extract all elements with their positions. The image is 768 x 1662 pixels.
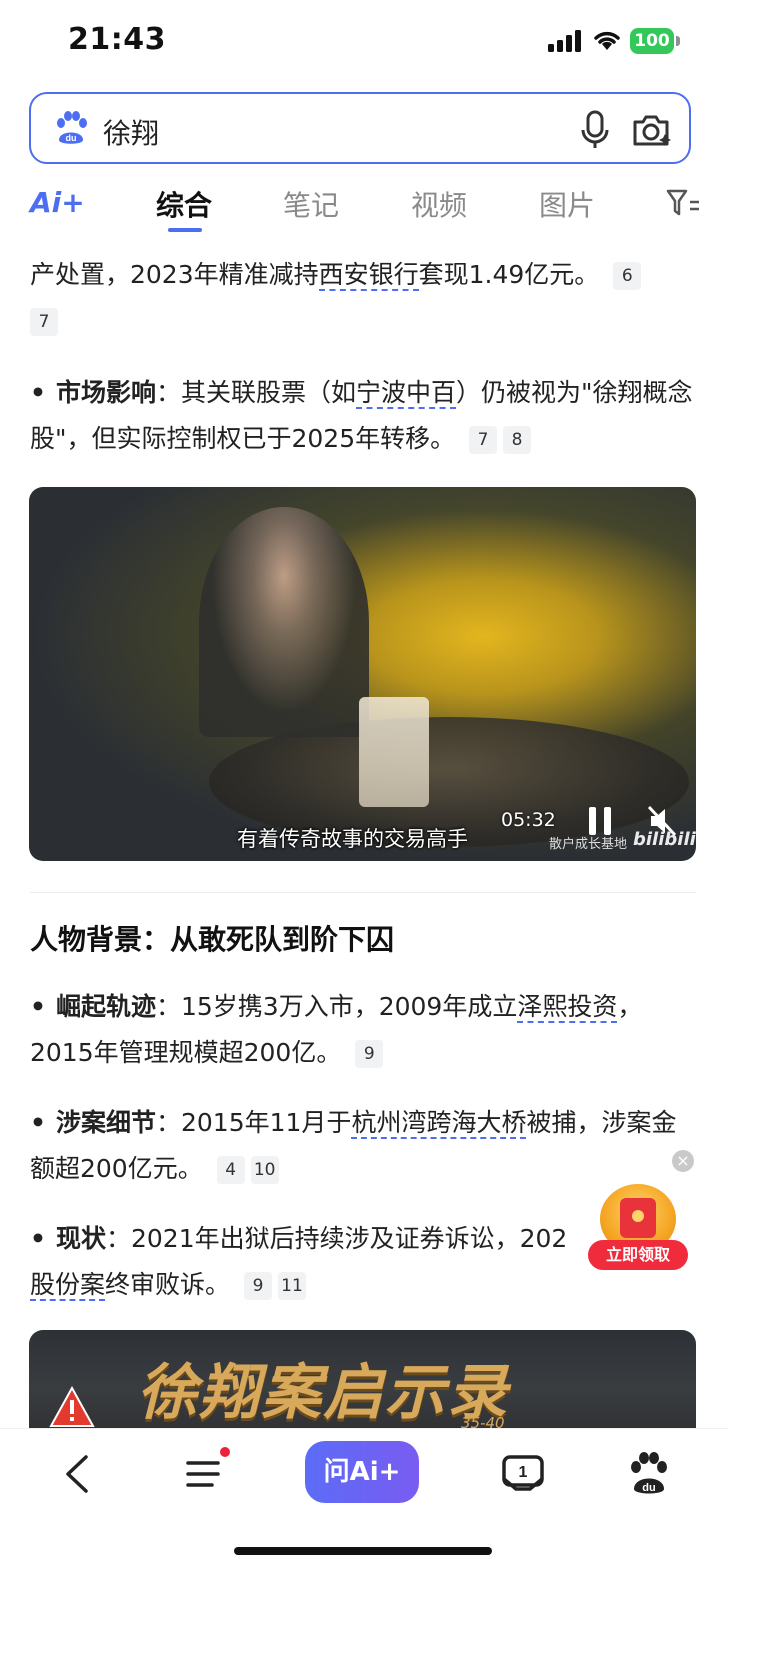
entity-link[interactable]: 宁波中百 bbox=[356, 378, 457, 409]
camera-search-icon[interactable] bbox=[631, 112, 671, 148]
microphone-icon[interactable] bbox=[579, 110, 611, 150]
citation-badge[interactable]: 7 bbox=[469, 426, 498, 454]
tab-label: 综合 bbox=[156, 189, 213, 222]
tab-videos[interactable]: 视频 bbox=[411, 184, 467, 224]
video-thumbnail-banner[interactable]: 徐翔案启示录 35-40 bbox=[29, 1330, 696, 1428]
entity-link[interactable]: 西安银行 bbox=[318, 260, 419, 291]
search-box[interactable]: du 徐翔 bbox=[29, 92, 691, 164]
video-watermark: 散户成长基地 bbox=[549, 837, 628, 852]
svg-text:1: 1 bbox=[519, 1464, 528, 1481]
banner-subtitle: 35-40 bbox=[461, 1414, 505, 1428]
search-query[interactable]: 徐翔 bbox=[103, 112, 159, 152]
close-icon[interactable]: × bbox=[672, 1150, 694, 1172]
citation-badge[interactable]: 11 bbox=[277, 1272, 306, 1300]
bullet-term: 涉案细节 bbox=[55, 1108, 156, 1137]
bottom-toolbar: 问Ai+ 1 du bbox=[0, 1428, 728, 1569]
bullet-term: 现状 bbox=[55, 1224, 106, 1253]
video-duration: 05:32 bbox=[501, 809, 556, 831]
back-icon[interactable] bbox=[54, 1449, 104, 1499]
citation-badge[interactable]: 8 bbox=[503, 426, 532, 454]
banner-title: 徐翔案启示录 bbox=[137, 1358, 509, 1428]
battery-level: 100 bbox=[630, 28, 674, 54]
baidu-home-icon[interactable]: du bbox=[624, 1449, 674, 1499]
cellular-signal-icon bbox=[548, 30, 581, 52]
ai-tab[interactable]: Ai+ bbox=[30, 186, 85, 219]
warning-icon bbox=[49, 1386, 95, 1427]
entity-link[interactable]: 泽熙投资 bbox=[517, 992, 618, 1023]
citation-badge[interactable]: 4 bbox=[216, 1156, 245, 1184]
citation-badge[interactable]: 9 bbox=[243, 1272, 272, 1300]
bullet-market-impact: • 市场影响：其关联股票（如宁波中百）仍被视为"徐翔概念股"，但实际控制权已于20… bbox=[30, 378, 693, 454]
paragraph-asset-disposal: 产处置，2023年精准减持西安银行套现1.49亿元。 6 7 bbox=[30, 252, 698, 344]
svg-text:du: du bbox=[66, 133, 77, 143]
divider bbox=[30, 892, 696, 893]
status-bar: 21:43 100 bbox=[0, 0, 728, 84]
tabs-counter-icon[interactable]: 1 bbox=[498, 1449, 548, 1499]
entity-link[interactable]: 股份案 bbox=[30, 1270, 106, 1301]
section-heading: 人物背景：从敢死队到阶下囚 bbox=[30, 923, 395, 956]
bullet-term: 崛起轨迹 bbox=[55, 992, 156, 1021]
filter-icon[interactable] bbox=[666, 188, 700, 218]
bullet-case-details: • 涉案细节：2015年11月于杭州湾跨海大桥被捕，涉案金额超200亿元。 4 10 bbox=[30, 1108, 677, 1184]
citation-badge[interactable]: 9 bbox=[355, 1040, 384, 1068]
entity-link[interactable]: 杭州湾跨海大桥 bbox=[351, 1108, 527, 1139]
battery-indicator: 100 bbox=[630, 28, 680, 54]
citation-badge[interactable]: 7 bbox=[30, 308, 58, 336]
citation-badge[interactable]: 10 bbox=[250, 1156, 279, 1184]
claim-now-button[interactable]: 立即领取 bbox=[588, 1240, 688, 1270]
video-player[interactable]: 有着传奇故事的交易高手 05:32 散户成长基地 bilibili bbox=[29, 487, 696, 861]
baidu-paw-icon: du bbox=[57, 111, 87, 144]
tab-comprehensive[interactable]: 综合 bbox=[156, 184, 213, 232]
ask-ai-button[interactable]: 问Ai+ bbox=[305, 1441, 419, 1503]
wifi-icon bbox=[594, 31, 620, 50]
bullet-term: 市场影响 bbox=[55, 378, 156, 407]
bilibili-logo: bilibili bbox=[633, 829, 696, 850]
bullet-current-status: • 现状：2021年出狱后持续涉及证券诉讼，202 股份案终审败诉。 9 11 bbox=[30, 1224, 568, 1301]
result-tabs: Ai+ 综合 笔记 视频 图片 bbox=[0, 174, 728, 232]
svg-text:du: du bbox=[642, 1482, 655, 1494]
tab-notes[interactable]: 笔记 bbox=[283, 184, 339, 224]
notification-dot bbox=[220, 1447, 230, 1457]
status-time: 21:43 bbox=[68, 22, 166, 57]
home-indicator bbox=[234, 1547, 492, 1555]
video-caption: 有着传奇故事的交易高手 bbox=[237, 827, 468, 851]
tab-images[interactable]: 图片 bbox=[539, 184, 595, 224]
bullet-rise: • 崛起轨迹：15岁携3万入市，2009年成立泽熙投资，2015年管理规模超200… bbox=[30, 992, 643, 1068]
citation-badge[interactable]: 6 bbox=[613, 262, 642, 290]
